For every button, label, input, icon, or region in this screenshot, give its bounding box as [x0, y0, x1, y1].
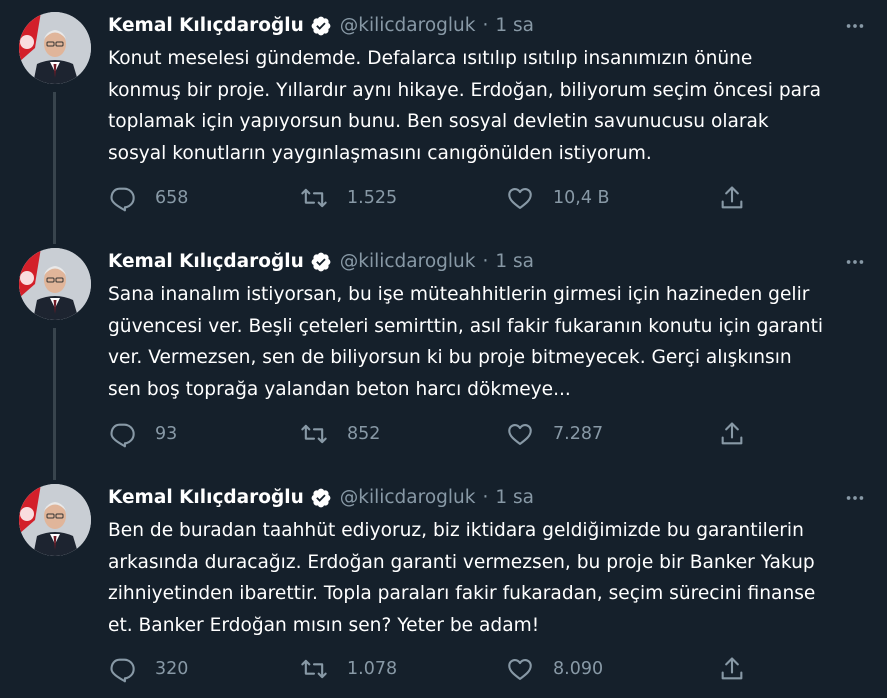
- more-options-icon[interactable]: [843, 486, 867, 510]
- tweet-text: Sana inanalım istiyorsan, bu işe müteahh…: [108, 284, 824, 400]
- like-button[interactable]: 10,4 B: [506, 184, 610, 212]
- like-icon: [508, 658, 532, 680]
- like-button[interactable]: 7.287: [506, 420, 603, 448]
- retweet-icon: [301, 188, 327, 208]
- tweet-timestamp[interactable]: 1 sa: [495, 248, 534, 276]
- retweet-button[interactable]: 1.525: [300, 184, 397, 212]
- retweet-icon: [301, 659, 327, 679]
- tweet-actions: 658 1.525 10,4 B: [108, 184, 768, 212]
- share-icon: [721, 422, 743, 445]
- tweet-timestamp[interactable]: 1 sa: [495, 484, 534, 512]
- tweet-actions: 320 1.078 8.090: [108, 655, 768, 683]
- tweet-thread: Kemal Kılıçdaroğlu @kilicdarogluk · 1 sa…: [0, 0, 887, 698]
- tweet-text: Konut meselesi gündemde. Defalarca ısıtı…: [108, 48, 822, 164]
- reply-icon: [110, 658, 135, 683]
- tweet-text: Ben de buradan taahhüt ediyoruz, biz ikt…: [108, 520, 816, 636]
- tweet-header: Kemal Kılıçdaroğlu @kilicdarogluk · 1 sa: [108, 248, 534, 276]
- like-count: 8.090: [553, 659, 604, 679]
- author-name[interactable]: Kemal Kılıçdaroğlu: [108, 248, 304, 276]
- avatar[interactable]: [19, 248, 91, 320]
- verified-badge-icon: [310, 15, 332, 37]
- verified-badge-icon: [310, 251, 332, 273]
- share-button[interactable]: [718, 184, 746, 212]
- separator-dot: ·: [482, 251, 489, 272]
- avatar[interactable]: [19, 12, 91, 84]
- reply-icon: [110, 423, 135, 448]
- like-icon: [508, 187, 532, 209]
- retweet-count: 1.078: [347, 659, 398, 679]
- reply-icon: [110, 187, 135, 212]
- like-button[interactable]: 8.090: [506, 655, 603, 683]
- reply-count: 320: [155, 659, 189, 679]
- tweet-actions: 93 852 7.287: [108, 420, 768, 448]
- like-count: 10,4 B: [553, 188, 610, 208]
- retweet-icon: [301, 424, 327, 444]
- retweet-button[interactable]: 852: [300, 420, 380, 448]
- like-count: 7.287: [553, 424, 604, 444]
- author-handle[interactable]: @kilicdarogluk: [340, 12, 476, 40]
- more-options-icon[interactable]: [843, 14, 867, 38]
- tweet-timestamp[interactable]: 1 sa: [495, 12, 534, 40]
- reply-button[interactable]: 320: [108, 655, 188, 683]
- share-icon: [721, 186, 743, 209]
- reply-button[interactable]: 93: [108, 420, 177, 448]
- reply-count: 658: [155, 188, 189, 208]
- tweet-header: Kemal Kılıçdaroğlu @kilicdarogluk · 1 sa: [108, 484, 534, 512]
- author-handle[interactable]: @kilicdarogluk: [340, 484, 476, 512]
- like-icon: [508, 423, 532, 445]
- retweet-count: 1.525: [347, 188, 398, 208]
- more-options-icon[interactable]: [843, 250, 867, 274]
- share-icon: [721, 657, 743, 680]
- reply-count: 93: [155, 424, 178, 444]
- tweet-header: Kemal Kılıçdaroğlu @kilicdarogluk · 1 sa: [108, 12, 534, 40]
- share-button[interactable]: [718, 655, 746, 683]
- retweet-count: 852: [347, 424, 381, 444]
- author-name[interactable]: Kemal Kılıçdaroğlu: [108, 484, 304, 512]
- reply-button[interactable]: 658: [108, 184, 188, 212]
- separator-dot: ·: [482, 487, 489, 508]
- author-handle[interactable]: @kilicdarogluk: [340, 248, 476, 276]
- tweet[interactable]: Kemal Kılıçdaroğlu @kilicdarogluk · 1 sa…: [0, 0, 887, 236]
- tweet[interactable]: Kemal Kılıçdaroğlu @kilicdarogluk · 1 sa…: [0, 236, 887, 472]
- verified-badge-icon: [310, 487, 332, 509]
- share-button[interactable]: [718, 420, 746, 448]
- tweet[interactable]: Kemal Kılıçdaroğlu @kilicdarogluk · 1 sa…: [0, 472, 887, 698]
- retweet-button[interactable]: 1.078: [300, 655, 397, 683]
- separator-dot: ·: [482, 15, 489, 36]
- author-name[interactable]: Kemal Kılıçdaroğlu: [108, 12, 304, 40]
- avatar[interactable]: [19, 484, 91, 556]
